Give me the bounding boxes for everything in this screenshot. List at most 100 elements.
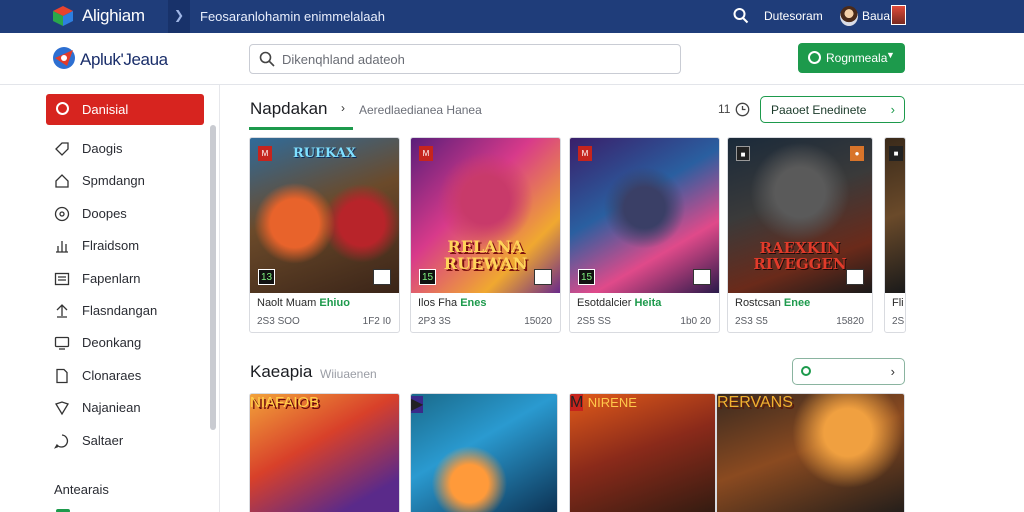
item-count: 11 [718, 102, 731, 116]
sidebar-item-1[interactable]: Spmdangn [54, 169, 204, 193]
sidebar-item-0[interactable]: Daogis [54, 137, 204, 161]
action-button-label: Rognmeala [826, 51, 888, 65]
sidebar-item-label: Spmdangn [82, 173, 145, 188]
circle-icon [808, 51, 821, 64]
sidebar-item-2[interactable]: Doopes [54, 202, 204, 226]
action-button[interactable]: Rognmeala ▼ [798, 43, 905, 73]
game-title[interactable]: Naolt Muam Ehiuo [257, 297, 350, 309]
age-rating: 15 [419, 269, 436, 285]
sidebar-item-6[interactable]: Deonkang [54, 331, 204, 355]
game-logo-text: RERVANS [717, 394, 793, 411]
game-title[interactable]: Ilos Fha Enes [418, 297, 487, 309]
game-title-accent: Enes [460, 297, 487, 309]
top-link[interactable]: Dutesoram [764, 9, 823, 23]
tag-icon [55, 142, 69, 156]
game-card[interactable]: ▶ [410, 393, 558, 512]
publisher-logo-icon [846, 269, 864, 285]
sidebar-item-label: Daogis [82, 141, 123, 156]
brand-logo-icon[interactable] [52, 46, 76, 70]
game-title-accent: Ehiuo [319, 297, 350, 309]
game-logo-text: NIRENE [587, 395, 637, 410]
game-cover-image: ■ [885, 138, 905, 293]
section-subtitle[interactable]: Wiiuaenen [320, 367, 377, 381]
game-title-text: Fli [892, 297, 904, 309]
game-title-text: Rostcsan [735, 297, 781, 309]
game-title-accent: Heita [634, 297, 662, 309]
game-price: 15820 [836, 316, 864, 327]
sidebar-item-3[interactable]: Flraidsom [54, 234, 204, 258]
game-cover-image: ■ ● RAEXKIN RIVEGGEN [728, 138, 872, 293]
chevron-right-icon: › [890, 102, 895, 117]
game-title-accent: Enee [783, 297, 811, 309]
app-title: Alighiam [82, 6, 145, 25]
game-meta: 2P3 3S [418, 316, 451, 327]
game-card[interactable]: M 15 Esotdalcier Heita 2S5 SS 1b0 20 [569, 137, 720, 333]
search-input[interactable] [282, 50, 672, 68]
search-bar[interactable] [249, 44, 681, 74]
game-title[interactable]: Esotdalcier Heita [577, 297, 661, 309]
sidebar-item-7[interactable]: Clonaraes [54, 364, 204, 388]
home-icon [55, 174, 69, 188]
clock-icon[interactable] [735, 102, 750, 117]
filter-dropdown[interactable]: › [792, 358, 905, 385]
file-icon [56, 368, 68, 384]
tab-indicator [249, 127, 353, 130]
profile-badge-icon[interactable] [891, 5, 906, 25]
list-icon [54, 272, 70, 286]
chart-icon [56, 241, 68, 253]
sidebar-item-5[interactable]: Flasndangan [54, 299, 204, 323]
section-subtitle[interactable]: Aeredlaedianea Hanea [359, 103, 482, 117]
sidebar-item-label: Saltaer [82, 433, 124, 448]
rating-tag: M [578, 146, 592, 161]
game-card[interactable]: M RELANA RUEWAN 15 Ilos Fha Enes 2P3 3S … [410, 137, 561, 333]
game-card[interactable]: M RUEKAX 13 Naolt Muam Ehiuo 2S3 SOO 1F2… [249, 137, 400, 333]
game-card[interactable]: ■ Fli 2S [884, 137, 906, 333]
chevron-right-icon: › [890, 364, 895, 379]
search-icon[interactable] [732, 6, 750, 26]
sidebar-item-label: Najaniean [82, 400, 141, 415]
cube-logo-icon [53, 6, 73, 26]
top-bar: Alighiam ❯ Feosaranlohamin enimmelalaah … [0, 0, 1024, 33]
game-meta: 2S3 S5 [735, 316, 768, 327]
game-logo-text: RAEXKIN RIVEGGEN [753, 239, 847, 273]
badge-icon: ● [850, 146, 864, 161]
brand-name[interactable]: Apluk'Jeaua [80, 50, 168, 70]
game-meta: 2S [892, 316, 905, 327]
game-logo-text: RUEKAX [293, 146, 356, 161]
sidebar-item-active[interactable]: Danisial [46, 94, 204, 125]
game-price: 1b0 20 [680, 316, 711, 327]
game-card[interactable]: NIAFAIOB [249, 393, 400, 512]
rating-tag: ■ [889, 146, 903, 161]
breadcrumb-chevron-icon[interactable]: ❯ [168, 0, 190, 33]
chevron-right-icon[interactable]: › [341, 101, 345, 115]
age-rating: 13 [258, 269, 275, 285]
game-card[interactable]: RERVANS [716, 393, 905, 512]
sidebar-item-label: Fapenlarn [82, 271, 141, 286]
sidebar-item-4[interactable]: Fapenlarn [54, 267, 204, 291]
chat-icon [54, 434, 69, 449]
caret-down-icon: ▼ [886, 50, 895, 60]
game-title[interactable]: Fli [892, 297, 904, 309]
section-title[interactable]: Kaeapia [250, 362, 312, 382]
age-rating: 15 [578, 269, 595, 285]
game-card[interactable]: M NIRENE [569, 393, 716, 512]
sidebar-item-9[interactable]: Saltaer [54, 429, 204, 453]
avatar[interactable] [840, 6, 858, 26]
filter-label: Paaoet Enedinete [771, 103, 867, 117]
section-title[interactable]: Napdakan [250, 99, 328, 119]
breadcrumb[interactable]: Feosaranlohamin enimmelalaah [200, 9, 385, 24]
sidebar-item-label: Flraidsom [82, 238, 140, 253]
sidebar-scrollbar[interactable] [210, 125, 216, 430]
upload-icon [56, 304, 68, 318]
sidebar-item-8[interactable]: Najaniean [54, 396, 204, 420]
game-logo-text: RELANA RUEWAN [443, 237, 528, 273]
game-card[interactable]: ■ ● RAEXKIN RIVEGGEN Rostcsan Enee 2S3 S… [727, 137, 873, 333]
game-title[interactable]: Rostcsan Enee [735, 297, 810, 309]
user-name[interactable]: Baua [862, 9, 890, 23]
rating-tag: M [570, 394, 584, 411]
disc-icon [54, 206, 70, 222]
game-price: 15020 [524, 316, 552, 327]
publisher-logo-icon [693, 269, 711, 285]
game-meta: 2S5 SS [577, 316, 611, 327]
filter-dropdown[interactable]: Paaoet Enedinete › [760, 96, 905, 123]
